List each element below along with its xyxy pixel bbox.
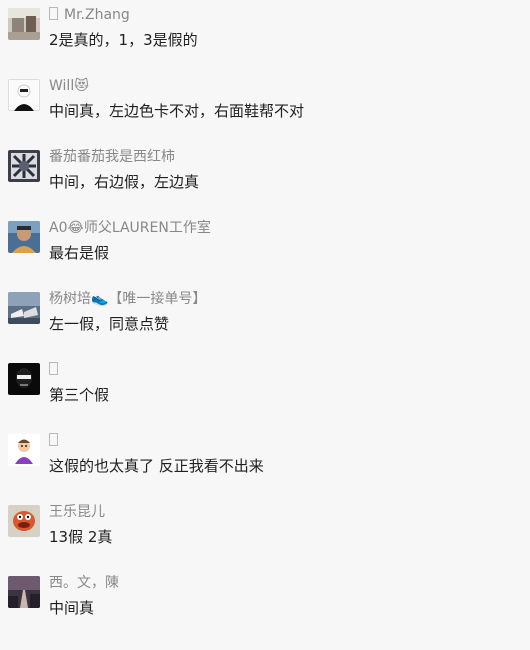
name-placeholder-icon [49, 362, 58, 375]
commenter-name[interactable] [49, 432, 64, 450]
comment-item: A0😂师父LAUREN工作室 最右是假 [0, 219, 530, 281]
comment-text: 左一假，同意点赞 [49, 315, 170, 333]
comment-item: Will😻 中间真，左边色卡不对，右面鞋帮不对 [0, 77, 530, 139]
comment-text: 13假 2真 [49, 528, 113, 546]
red-puppet-avatar-icon[interactable] [8, 505, 40, 537]
commenter-name[interactable] [49, 361, 64, 379]
sneakers-avatar-icon[interactable] [8, 292, 40, 324]
comment-text: 2是真的，1，3是假的 [49, 31, 198, 49]
comment-text: 中间，右边假，左边真 [49, 173, 200, 191]
comment-text: 这假的也太真了 反正我看不出来 [49, 457, 264, 475]
name-placeholder-icon [49, 433, 58, 446]
comment-text: 最右是假 [49, 244, 110, 262]
commenter-name[interactable]: A0😂师父LAUREN工作室 [49, 219, 211, 237]
comment-list: Mr.Zhang 2是真的，1，3是假的 Will😻 中间真，左边色卡不对，右面… [0, 0, 530, 650]
comment-item: 番茄番茄我是西红柿 中间，右边假，左边真 [0, 148, 530, 210]
night-road-avatar-icon[interactable] [8, 576, 40, 608]
commenter-name[interactable]: 西。文，陳 [49, 574, 119, 592]
comment-text: 第三个假 [49, 386, 110, 404]
dark-pattern-avatar-icon[interactable] [8, 150, 40, 182]
commenter-name[interactable]: 番茄番茄我是西红柿 [49, 148, 175, 166]
comment-text: 中间真，左边色卡不对，右面鞋帮不对 [49, 102, 305, 120]
purple-cartoon-avatar-icon[interactable] [8, 434, 40, 466]
comment-item: 杨树培👟【唯一接单号】 左一假，同意点赞 [0, 290, 530, 352]
comment-item: 西。文，陳 中间真 [0, 574, 530, 636]
commenter-name[interactable]: 杨树培👟【唯一接单号】 [49, 290, 206, 308]
man-portrait-avatar-icon[interactable] [8, 221, 40, 253]
commenter-name[interactable]: 王乐昆儿 [49, 503, 105, 521]
comment-item: 这假的也太真了 反正我看不出来 [0, 432, 530, 494]
comment-item: Mr.Zhang 2是真的，1，3是假的 [0, 6, 530, 68]
comment-item: 王乐昆儿 13假 2真 [0, 503, 530, 565]
commenter-name[interactable]: Mr.Zhang [49, 6, 130, 24]
name-placeholder-icon [49, 7, 58, 20]
comment-text: 中间真 [49, 599, 95, 617]
commenter-name[interactable]: Will😻 [49, 77, 89, 95]
comment-item: 第三个假 [0, 361, 530, 423]
white-masked-person-avatar-icon[interactable] [8, 79, 40, 111]
photo-room-avatar-icon[interactable] [8, 8, 40, 40]
black-masked-face-avatar-icon[interactable] [8, 363, 40, 395]
